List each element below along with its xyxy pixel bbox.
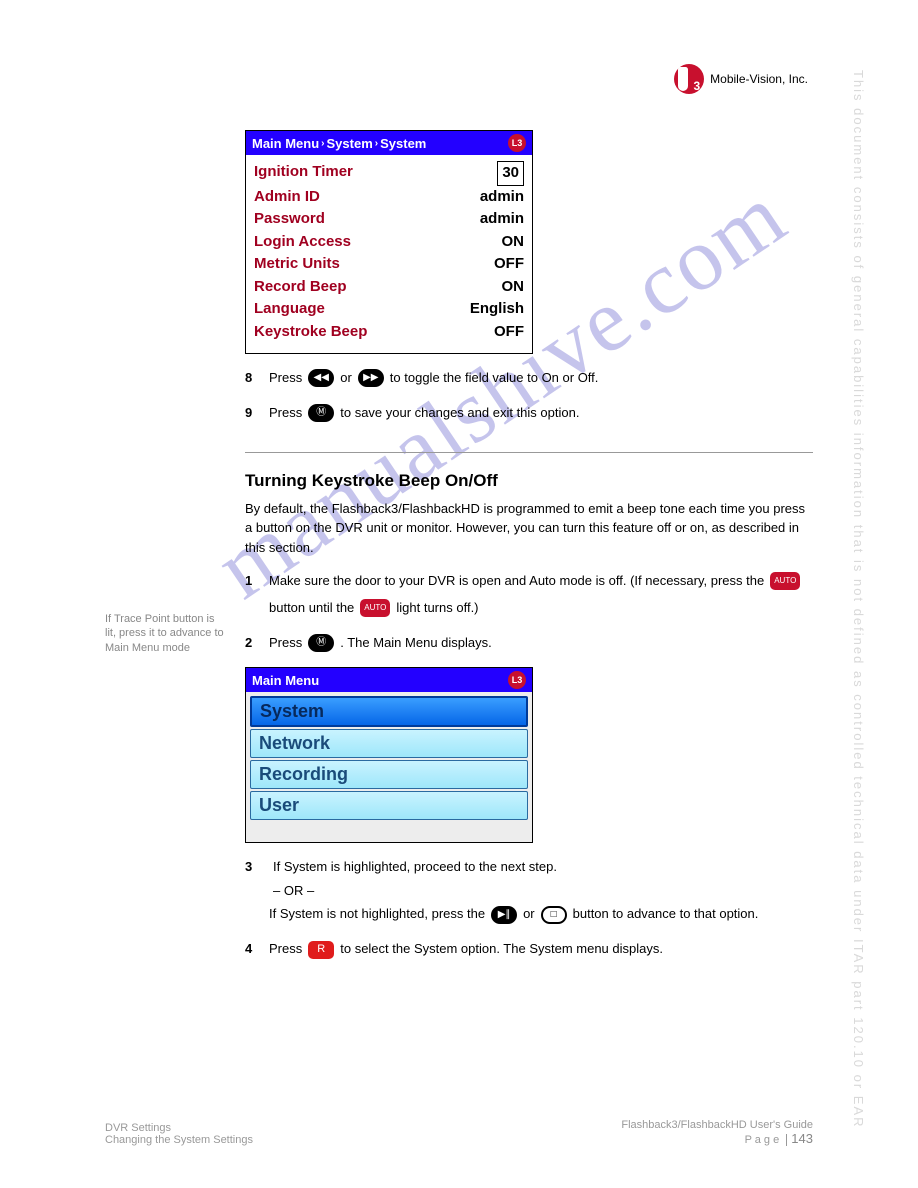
menu-list: System Network Recording User bbox=[246, 692, 532, 842]
setting-label: Record Beep bbox=[254, 276, 347, 299]
step-text: Press bbox=[269, 939, 302, 960]
menu-icon: Ⓜ bbox=[308, 634, 334, 652]
page-label: P a g e bbox=[745, 1134, 780, 1146]
step-text: to save your changes and exit this optio… bbox=[340, 403, 579, 424]
chevron-right-icon: › bbox=[375, 138, 378, 149]
setting-label: Metric Units bbox=[254, 253, 340, 276]
footer-doc-title: Flashback3/FlashbackHD User's Guide bbox=[621, 1119, 813, 1131]
setting-label: Admin ID bbox=[254, 186, 320, 209]
divider bbox=[245, 452, 813, 453]
step-4: 4 Press R to select the System option. T… bbox=[245, 939, 813, 960]
step-text: Press bbox=[269, 633, 302, 654]
setting-value: admin bbox=[480, 186, 524, 209]
record-icon: R bbox=[308, 941, 334, 959]
step-text: or bbox=[340, 368, 352, 389]
step-num: 9 bbox=[245, 403, 263, 423]
step-text: Press bbox=[269, 403, 302, 424]
fastforward-icon: ▶▶ bbox=[358, 369, 384, 387]
setting-row: Record Beep ON bbox=[254, 276, 524, 299]
section-title: Turning Keystroke Beep On/Off bbox=[245, 471, 813, 491]
step-num: 2 bbox=[245, 633, 263, 653]
setting-label: Ignition Timer bbox=[254, 161, 353, 186]
setting-label: Keystroke Beep bbox=[254, 321, 367, 344]
l3-header-icon: L3 bbox=[508, 134, 526, 152]
step-9: 9 Press Ⓜ to save your changes and exit … bbox=[245, 403, 813, 424]
step-2: 2 Press Ⓜ . The Main Menu displays. bbox=[245, 633, 813, 654]
setting-value: ON bbox=[502, 231, 525, 254]
setting-row: Ignition Timer 30 bbox=[254, 161, 524, 186]
setting-row: Admin ID admin bbox=[254, 186, 524, 209]
footer-section: DVR Settings bbox=[105, 1122, 253, 1134]
step-1: 1 Make sure the door to your DVR is open… bbox=[245, 571, 813, 619]
setting-label: Login Access bbox=[254, 231, 351, 254]
setting-value: admin bbox=[480, 208, 524, 231]
step-num: 3 bbox=[245, 857, 263, 877]
setting-row: Metric Units OFF bbox=[254, 253, 524, 276]
setting-row: Keystroke Beep OFF bbox=[254, 321, 524, 344]
main-menu-panel: Main Menu L3 System Network Recording Us… bbox=[245, 667, 533, 843]
system-settings-panel: Main Menu › System › System L3 Ignition … bbox=[245, 130, 533, 354]
menu-item-system[interactable]: System bbox=[250, 696, 528, 727]
stop-icon: □ bbox=[541, 906, 567, 924]
setting-value: OFF bbox=[494, 321, 524, 344]
chevron-right-icon: › bbox=[321, 138, 324, 149]
step-or: – OR – bbox=[273, 881, 813, 901]
menu-item-network[interactable]: Network bbox=[250, 729, 528, 758]
setting-value[interactable]: 30 bbox=[497, 161, 524, 186]
setting-row: Language English bbox=[254, 298, 524, 321]
section-body: By default, the Flashback3/FlashbackHD i… bbox=[245, 499, 813, 558]
step-text: button until the bbox=[269, 598, 354, 619]
panel-header: Main Menu L3 bbox=[246, 668, 532, 692]
page-number: 143 bbox=[791, 1131, 813, 1146]
footer-right: Flashback3/FlashbackHD User's Guide P a … bbox=[621, 1119, 813, 1146]
panel-title: Main Menu bbox=[252, 673, 319, 688]
rewind-icon: ◀◀ bbox=[308, 369, 334, 387]
setting-label: Language bbox=[254, 298, 325, 321]
auto-icon: AUTO bbox=[770, 572, 800, 590]
step-8: 8 Press ◀◀ or ▶▶ to toggle the field val… bbox=[245, 368, 813, 389]
play-pause-icon: ▶∥ bbox=[491, 906, 517, 924]
setting-label: Password bbox=[254, 208, 325, 231]
menu-item-recording[interactable]: Recording bbox=[250, 760, 528, 789]
breadcrumb: Main Menu › System › System bbox=[252, 136, 426, 151]
panel-header: Main Menu › System › System L3 bbox=[246, 131, 532, 155]
auto-icon: AUTO bbox=[360, 599, 390, 617]
step-num: 1 bbox=[245, 571, 263, 591]
step-text: If System is highlighted, proceed to the… bbox=[273, 857, 813, 877]
menu-item-user[interactable]: User bbox=[250, 791, 528, 820]
setting-value: ON bbox=[502, 276, 525, 299]
crumb-main: Main Menu bbox=[252, 136, 319, 151]
step-text: button to advance to that option. bbox=[573, 904, 759, 925]
step-text: . The Main Menu displays. bbox=[340, 633, 492, 654]
setting-value: English bbox=[470, 298, 524, 321]
step-text: If System is not highlighted, press the bbox=[269, 904, 485, 925]
step-text: or bbox=[523, 904, 535, 925]
margin-note: If Trace Point button is lit, press it t… bbox=[105, 612, 225, 655]
setting-value: OFF bbox=[494, 253, 524, 276]
step-text: Make sure the door to your DVR is open a… bbox=[269, 571, 764, 592]
footer-left: DVR Settings Changing the System Setting… bbox=[105, 1122, 253, 1146]
step-text: light turns off.) bbox=[396, 598, 478, 619]
page-footer: DVR Settings Changing the System Setting… bbox=[105, 1119, 813, 1146]
crumb-sys1: System bbox=[327, 136, 373, 151]
step-num: 4 bbox=[245, 939, 263, 959]
step-text: to toggle the field value to On or Off. bbox=[390, 368, 599, 389]
setting-row: Password admin bbox=[254, 208, 524, 231]
step-num: 8 bbox=[245, 368, 263, 388]
l3-header-icon: L3 bbox=[508, 671, 526, 689]
settings-list: Ignition Timer 30 Admin ID admin Password a… bbox=[246, 155, 532, 353]
step-text: Press bbox=[269, 368, 302, 389]
step-3: 3 If System is highlighted, proceed to t… bbox=[245, 857, 813, 925]
step-text: to select the System option. The System … bbox=[340, 939, 663, 960]
setting-row: Login Access ON bbox=[254, 231, 524, 254]
menu-icon: Ⓜ bbox=[308, 404, 334, 422]
footer-subsection: Changing the System Settings bbox=[105, 1134, 253, 1146]
crumb-sys2: System bbox=[380, 136, 426, 151]
